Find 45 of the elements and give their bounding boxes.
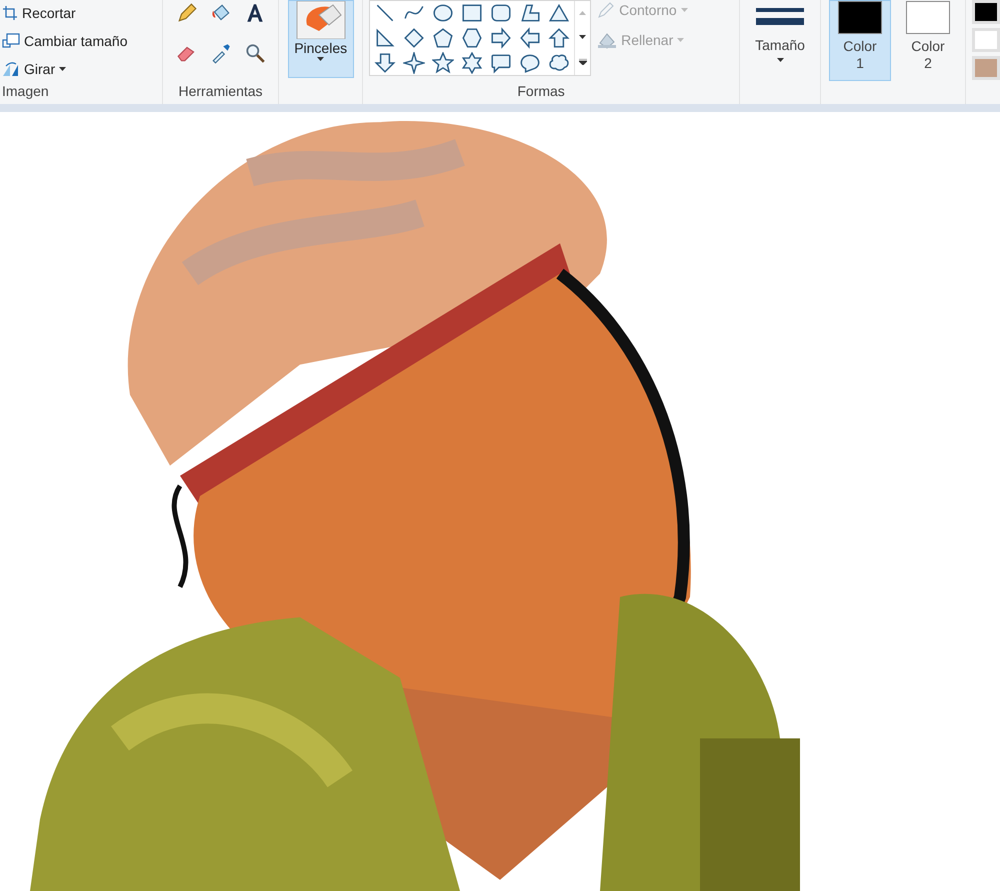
palette-swatch[interactable] — [972, 0, 1000, 24]
rounded-rectangle-icon[interactable] — [490, 2, 512, 24]
ribbon-command[interactable]: Cambiar tamaño — [2, 30, 162, 52]
left-arrow-icon[interactable] — [519, 27, 542, 49]
speech-bubble-icon[interactable] — [490, 52, 512, 74]
rotate-icon — [2, 61, 20, 77]
diamond-icon[interactable] — [403, 27, 426, 49]
group-label: Herramientas — [178, 84, 263, 98]
crop-icon — [2, 5, 18, 21]
group-label: Formas — [517, 84, 565, 98]
down-arrow-icon[interactable] — [374, 52, 396, 74]
five-point-star-icon[interactable] — [432, 52, 454, 74]
pencil-icon[interactable] — [176, 2, 198, 24]
caret-icon — [317, 57, 324, 61]
palette-swatch[interactable] — [972, 28, 1000, 52]
caret-icon — [579, 35, 586, 39]
oval-icon[interactable] — [432, 2, 454, 24]
ribbon-command[interactable]: Recortar — [2, 2, 162, 24]
four-point-star-icon[interactable] — [403, 52, 426, 74]
eyedropper-icon[interactable] — [210, 42, 232, 64]
pentagon-icon[interactable] — [432, 27, 454, 49]
brushes-button[interactable]: Pinceles — [288, 0, 354, 78]
paint-bucket-icon — [597, 31, 618, 49]
magnifier-icon[interactable] — [244, 42, 266, 64]
triangle-icon[interactable] — [548, 2, 570, 24]
palette-swatch[interactable] — [972, 56, 1000, 80]
ribbon-command[interactable]: Girar — [2, 58, 162, 80]
caret-icon — [677, 38, 684, 42]
right-triangle-icon[interactable] — [374, 27, 396, 49]
oval-speech-bubble-icon[interactable] — [519, 52, 542, 74]
size-button[interactable]: Tamaño — [755, 0, 805, 62]
caret-icon — [680, 8, 688, 12]
caret-icon — [776, 58, 784, 62]
hexagon-icon[interactable] — [461, 27, 484, 49]
up-arrow-icon[interactable] — [548, 27, 570, 49]
more-icon[interactable] — [578, 59, 587, 65]
pen-icon — [597, 1, 616, 19]
polygon-icon[interactable] — [519, 2, 542, 24]
color-button[interactable]: Color 2 — [897, 0, 959, 81]
rectangle-icon[interactable] — [461, 2, 484, 24]
group-label: Imagen — [2, 84, 50, 98]
brush-icon — [294, 1, 347, 39]
right-arrow-icon[interactable] — [490, 27, 512, 49]
six-point-star-icon[interactable] — [461, 52, 484, 74]
color-button[interactable]: Color 1 — [829, 0, 891, 81]
